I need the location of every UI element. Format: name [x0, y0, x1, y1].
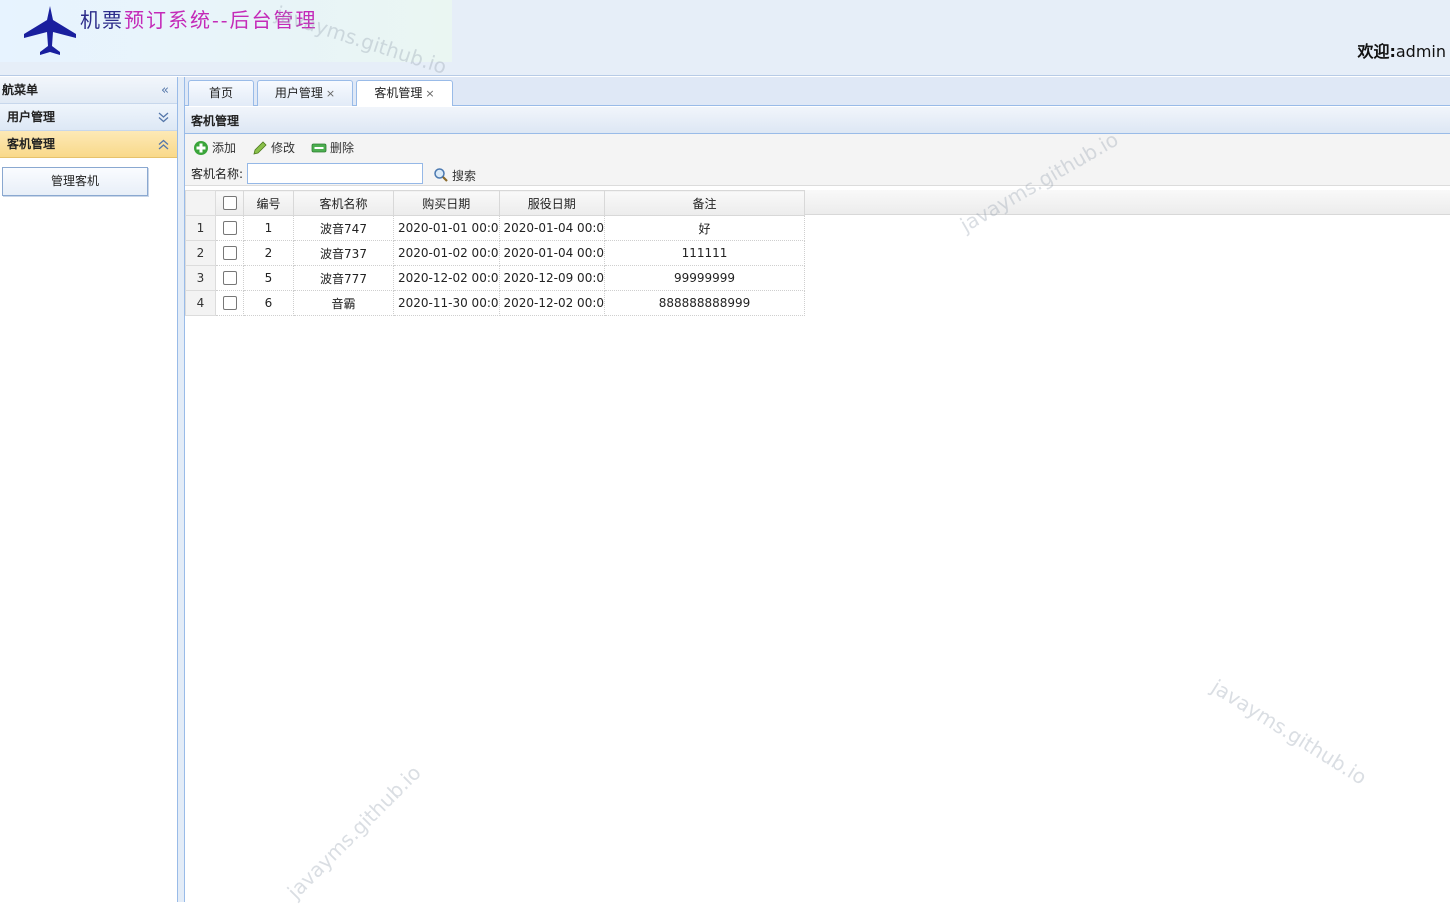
cell-name: 波音777 — [293, 265, 394, 291]
cell-service-date: 2020-01-04 00:0 — [498, 240, 605, 266]
username: admin — [1395, 42, 1446, 61]
row-select-cell — [215, 265, 244, 291]
double-chevron-up-icon[interactable] — [158, 131, 169, 158]
delete-label: 删除 — [330, 141, 355, 155]
table-row[interactable]: 2 2 波音737 2020-01-02 00:0 2020-01-04 00:… — [185, 240, 805, 266]
row-checkbox[interactable] — [222, 221, 237, 236]
row-number: 2 — [185, 240, 216, 266]
column-header-buy-date[interactable]: 购买日期 — [393, 190, 500, 216]
double-chevron-left-icon[interactable]: « — [161, 77, 169, 104]
search-icon — [434, 168, 448, 182]
toolbar: 添加 修改 删除 — [185, 134, 1450, 161]
sidebar-title-label: 航菜单 — [2, 83, 39, 97]
sidebar-title: 航菜单 « — [0, 77, 177, 104]
cell-note: 111111 — [604, 240, 805, 266]
cell-note: 99999999 — [604, 265, 805, 291]
main-panel: 客机管理 添加 修改 删除 客机名称: 搜索 编号 客机名称 购买日期 服役日期… — [185, 106, 1450, 902]
row-checkbox[interactable] — [222, 246, 237, 261]
close-icon[interactable]: × — [326, 87, 335, 100]
cell-buy-date: 2020-11-30 00:0 — [393, 290, 500, 316]
row-checkbox[interactable] — [222, 296, 237, 311]
table-row[interactable]: 1 1 波音747 2020-01-01 00:0 2020-01-04 00:… — [185, 215, 805, 241]
cell-name: 波音747 — [293, 215, 394, 241]
cell-name: 波音737 — [293, 240, 394, 266]
cell-id: 2 — [243, 240, 294, 266]
accordion-aircraft-management[interactable]: 客机管理 — [0, 131, 177, 158]
cell-service-date: 2020-12-02 00:0 — [498, 290, 605, 316]
row-number: 1 — [185, 215, 216, 241]
layout-splitter[interactable] — [178, 77, 185, 902]
manage-aircraft-button[interactable]: 管理客机 — [2, 167, 148, 196]
tab-label: 首页 — [208, 86, 233, 100]
column-header-id[interactable]: 编号 — [243, 190, 294, 216]
row-select-cell — [215, 240, 244, 266]
tab-label: 客机管理 — [374, 86, 423, 100]
cell-note: 好 — [604, 215, 805, 241]
edit-button[interactable]: 修改 — [252, 139, 295, 156]
cell-service-date: 2020-12-09 00:0 — [498, 265, 605, 291]
cell-name: 音霸 — [293, 290, 394, 316]
tab-strip: 首页 用户管理 × 客机管理 × — [185, 77, 1450, 107]
tab-aircraft-management[interactable]: 客机管理 × — [356, 80, 453, 107]
welcome-text: 欢迎:admin — [1357, 38, 1446, 62]
tab-user-management[interactable]: 用户管理 × — [257, 80, 353, 106]
sidebar: 航菜单 « 用户管理 客机管理 管理客机 — [0, 77, 178, 902]
cell-id: 5 — [243, 265, 294, 291]
double-chevron-down-icon[interactable] — [158, 104, 169, 131]
search-button-label: 搜索 — [452, 168, 477, 183]
row-checkbox[interactable] — [222, 271, 237, 286]
app-header: 机票预订系统--后台管理 欢迎:admin — [0, 0, 1450, 76]
row-number: 3 — [185, 265, 216, 291]
select-all-header — [215, 190, 244, 216]
search-label: 客机名称: — [191, 166, 244, 181]
column-header-service-date[interactable]: 服役日期 — [498, 190, 605, 216]
delete-button[interactable]: 删除 — [311, 139, 354, 156]
app-title-part2: 预订系统--后台管理 — [124, 8, 318, 32]
airplane-logo-icon — [24, 6, 76, 55]
row-select-cell — [215, 290, 244, 316]
cell-note: 888888888999 — [604, 290, 805, 316]
remove-icon — [311, 143, 327, 152]
aircraft-table: 编号 客机名称 购买日期 服役日期 备注 1 1 波音747 2020-01-0… — [185, 190, 805, 316]
search-row: 客机名称: 搜索 — [185, 161, 1450, 186]
add-label: 添加 — [212, 141, 237, 155]
tab-label: 用户管理 — [274, 86, 323, 100]
accordion-label: 用户管理 — [7, 110, 56, 124]
table-row[interactable]: 4 6 音霸 2020-11-30 00:0 2020-12-02 00:0 8… — [185, 290, 805, 316]
app-title-part1: 机票 — [80, 8, 124, 32]
row-select-cell — [215, 215, 244, 241]
panel-title: 客机管理 — [185, 106, 1450, 134]
table-header-row: 编号 客机名称 购买日期 服役日期 备注 — [185, 190, 805, 216]
cell-buy-date: 2020-12-02 00:0 — [393, 265, 500, 291]
add-button[interactable]: 添加 — [193, 139, 236, 156]
select-all-checkbox[interactable] — [222, 196, 237, 211]
table-row[interactable]: 3 5 波音777 2020-12-02 00:0 2020-12-09 00:… — [185, 265, 805, 291]
add-icon — [194, 140, 208, 155]
app-title: 机票预订系统--后台管理 — [80, 4, 318, 33]
column-header-note[interactable]: 备注 — [604, 190, 805, 216]
row-number: 4 — [185, 290, 216, 316]
welcome-label: 欢迎: — [1357, 42, 1396, 61]
cell-buy-date: 2020-01-02 00:0 — [393, 240, 500, 266]
cell-id: 6 — [243, 290, 294, 316]
cell-service-date: 2020-01-04 00:0 — [498, 215, 605, 241]
edit-label: 修改 — [271, 141, 296, 155]
accordion-label: 客机管理 — [7, 137, 56, 151]
cell-buy-date: 2020-01-01 00:0 — [393, 215, 500, 241]
accordion-user-management[interactable]: 用户管理 — [0, 104, 177, 131]
tab-home[interactable]: 首页 — [188, 80, 254, 106]
accordion-body: 管理客机 — [0, 158, 177, 218]
column-header-name[interactable]: 客机名称 — [293, 190, 394, 216]
header-banner: 机票预订系统--后台管理 — [0, 0, 452, 62]
cell-id: 1 — [243, 215, 294, 241]
pencil-icon — [253, 140, 267, 155]
row-number-header — [185, 190, 216, 216]
aircraft-name-search-input[interactable] — [247, 162, 424, 184]
search-button[interactable]: 搜索 — [433, 167, 476, 184]
close-icon[interactable]: × — [425, 87, 434, 100]
